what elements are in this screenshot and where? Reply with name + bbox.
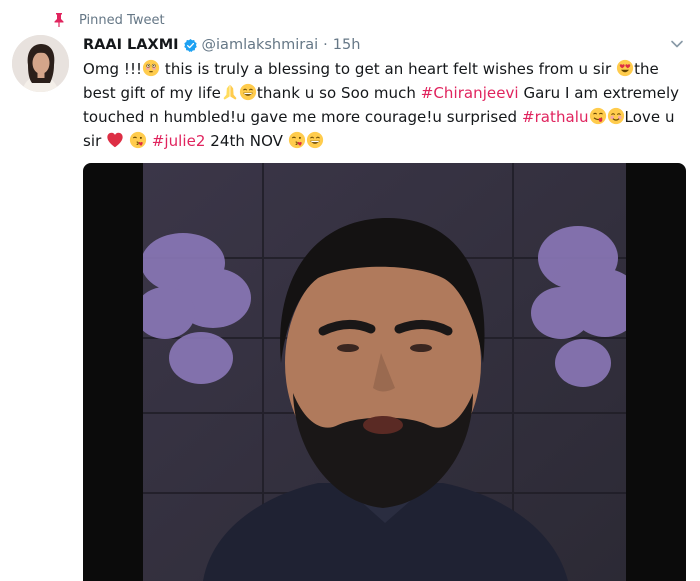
video-thumbnail[interactable] [143, 163, 626, 581]
hashtag-link[interactable]: #julie2 [152, 132, 206, 150]
smiling-face-icon [607, 107, 624, 125]
face-blowing-kiss-icon [129, 131, 147, 149]
text-segment: this is truly a blessing to get an heart… [160, 60, 617, 78]
verified-badge-icon [183, 38, 197, 52]
hashtag-link[interactable]: #rathalu [522, 108, 589, 126]
folded-hands-icon [223, 84, 237, 100]
grinning-face-icon [306, 131, 323, 149]
hashtag-link[interactable]: #Chiranjeevi [421, 84, 519, 102]
tweet-header: RAAI LAXMI @iamlakshmirai · 15h [83, 33, 684, 57]
pin-icon [54, 13, 64, 27]
tweet-timestamp[interactable]: 15h [333, 37, 361, 53]
pinned-label: Pinned Tweet [79, 12, 165, 28]
heart-eyes-face-icon [616, 59, 634, 77]
face-blowing-kiss-icon [288, 131, 305, 149]
text-segment: Omg !!! [83, 60, 143, 78]
author-handle[interactable]: @iamlakshmirai [202, 37, 319, 53]
pinned-indicator: Pinned Tweet [52, 10, 165, 30]
tweet-text: Omg !!! this is truly a blessing to get … [83, 57, 693, 153]
flushed-face-icon [143, 59, 160, 77]
separator-dot: · [323, 37, 328, 53]
red-heart-icon [107, 132, 123, 148]
text-segment: 24th NOV [205, 132, 288, 150]
avatar[interactable] [12, 35, 69, 92]
grinning-face-icon [239, 83, 257, 101]
author-name[interactable]: RAAI LAXMI [83, 37, 179, 53]
tweet-video[interactable] [83, 163, 686, 581]
chevron-down-icon[interactable] [670, 37, 684, 51]
face-savoring-icon [589, 107, 606, 125]
text-segment: thank u so Soo much [256, 84, 421, 102]
